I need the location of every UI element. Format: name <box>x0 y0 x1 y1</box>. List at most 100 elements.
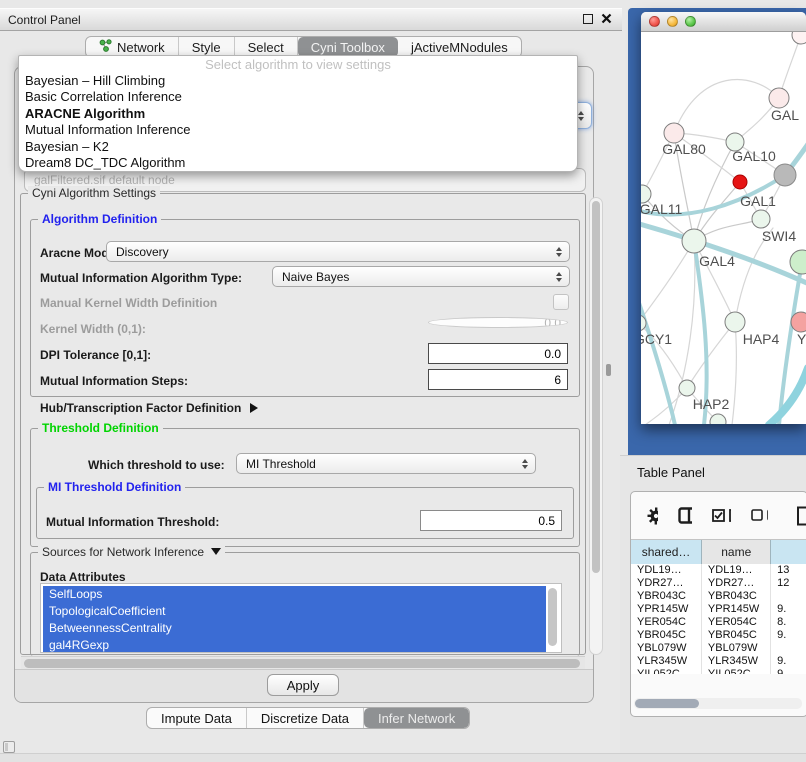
tab-infer-network[interactable]: Infer Network <box>364 708 469 728</box>
algorithm-option[interactable]: Basic Correlation Inference <box>19 89 577 105</box>
table-horizontal-scrollbar[interactable] <box>634 698 802 709</box>
node-SWI4[interactable] <box>790 250 806 274</box>
dpi-tolerance-input[interactable] <box>428 343 568 364</box>
float-window-icon[interactable] <box>583 14 593 24</box>
algorithm-option[interactable]: Mutual Information Inference <box>19 122 577 138</box>
table-row[interactable]: YBL079WYBL079W <box>631 642 806 655</box>
node-unlabeled[interactable] <box>774 164 796 186</box>
table-cell: 8. <box>771 616 806 629</box>
table-row[interactable]: YDR27…YDR27…12 <box>631 577 806 590</box>
tab-jactivemnodules[interactable]: jActiveMNodules <box>398 37 521 57</box>
node-unlabeled[interactable] <box>792 32 806 44</box>
network-edge[interactable] <box>641 241 694 323</box>
node-label: GAL11 <box>641 201 682 217</box>
combo-arrows-icon <box>556 272 562 282</box>
column-header[interactable] <box>771 540 806 564</box>
hub-section-label: Hub/Transcription Factor Definition <box>40 401 241 415</box>
network-edge[interactable] <box>674 79 779 133</box>
manual-kernel-checkbox[interactable] <box>553 294 569 310</box>
table-cell: YBR045C <box>631 629 702 642</box>
algorithm-option[interactable]: Bayesian – Hill Climbing <box>19 73 577 89</box>
tab-network[interactable]: Network <box>86 37 179 57</box>
table-row[interactable]: YER054CYER054C8. <box>631 616 806 629</box>
table-row[interactable]: YIL052CYIL052C9 <box>631 668 806 674</box>
columns-icon[interactable] <box>678 507 692 524</box>
tab-label: Cyni Toolbox <box>311 40 385 55</box>
tab-discretize-data[interactable]: Discretize Data <box>247 708 364 728</box>
node-HAP2[interactable] <box>679 380 695 396</box>
node-GAL4[interactable] <box>682 229 706 253</box>
close-window-icon[interactable] <box>649 16 660 27</box>
tab-style[interactable]: Style <box>179 37 235 57</box>
gear-icon[interactable] <box>647 507 658 525</box>
table-row[interactable]: YDL19…YDL19…13 <box>631 564 806 577</box>
table-cell: YER054C <box>631 616 702 629</box>
attribute-item[interactable]: gal4RGexp <box>43 637 546 653</box>
aracne-mode-select[interactable]: Discovery <box>106 241 570 262</box>
hub-section-toggle[interactable]: Hub/Transcription Factor Definition <box>40 401 258 415</box>
tab-select[interactable]: Select <box>235 37 298 57</box>
panel-splitter-handle[interactable] <box>606 364 611 376</box>
table-body: YDL19…YDL19…13YDR27…YDR27…12YBR043CYBR04… <box>631 564 806 674</box>
settings-hscroll-thumb[interactable] <box>24 659 580 668</box>
cyni-settings-title: Cyni Algorithm Settings <box>28 186 160 200</box>
node-unlabeled[interactable] <box>733 175 747 189</box>
network-canvas-svg: GALGAL80GAL10GAL11GAL1GAL4SWI4GCY1HAP4YH… <box>641 32 806 424</box>
tab-cyni-toolbox[interactable]: Cyni Toolbox <box>298 37 398 57</box>
table-row[interactable]: YBR045CYBR045C9. <box>631 629 806 642</box>
attribute-item[interactable]: TopologicalCoefficient <box>43 603 546 620</box>
zoom-window-icon[interactable] <box>685 16 696 27</box>
select-all-checkboxes-icon[interactable] <box>712 509 731 522</box>
algorithm-definition-title: Algorithm Definition <box>38 212 161 226</box>
table-cell: 9 <box>771 668 806 674</box>
deselect-all-checkboxes-icon[interactable] <box>751 509 768 522</box>
table-row[interactable]: YBR043CYBR043C <box>631 590 806 603</box>
node-label: GAL1 <box>740 193 776 209</box>
algorithm-dropdown: Select algorithm to view settings Bayesi… <box>18 55 578 172</box>
column-header[interactable]: shared… <box>631 540 702 564</box>
tab-label: jActiveMNodules <box>411 40 508 55</box>
table-row[interactable]: YLR345WYLR345W9. <box>631 655 806 668</box>
mi-type-select[interactable]: Naive Bayes <box>272 266 570 287</box>
table-cell: YBL079W <box>702 642 771 655</box>
table-cell: YDR27… <box>702 577 771 590</box>
node-GAL[interactable] <box>769 88 789 108</box>
node-GAL1[interactable] <box>752 210 770 228</box>
tab-impute-data[interactable]: Impute Data <box>147 708 247 728</box>
sources-group-toggle[interactable]: Sources for Network Inference <box>38 545 225 559</box>
minimize-window-icon[interactable] <box>667 16 678 27</box>
settings-horizontal-scrollbar[interactable] <box>21 656 585 669</box>
collapsed-panel-icon[interactable] <box>3 741 15 753</box>
network-edge[interactable] <box>769 368 806 424</box>
network-window-titlebar <box>641 12 806 32</box>
algorithm-option[interactable]: Bayesian – K2 <box>19 139 577 155</box>
algorithm-option[interactable]: ARACNE Algorithm <box>19 106 577 122</box>
kernel-width-input[interactable] <box>428 317 568 328</box>
algorithm-option[interactable]: Dream8 DC_TDC Algorithm <box>19 155 577 171</box>
attribute-item[interactable]: SelfLoops <box>43 586 546 603</box>
attributes-list-scrollbar[interactable] <box>548 588 557 646</box>
settings-vertical-scrollbar[interactable] <box>589 197 603 655</box>
column-header[interactable]: name <box>702 540 771 564</box>
close-icon[interactable] <box>601 13 612 24</box>
settings-vscroll-thumb[interactable] <box>592 201 600 573</box>
document-icon[interactable] <box>796 506 806 526</box>
node-Y[interactable] <box>791 312 806 332</box>
apply-button[interactable]: Apply <box>267 674 339 696</box>
table-row[interactable]: YPR145WYPR145W9. <box>631 603 806 616</box>
mi-steps-label: Mutual Information Steps: <box>40 374 188 388</box>
node-HAP4[interactable] <box>725 312 745 332</box>
network-edge[interactable] <box>732 322 736 424</box>
network-edge[interactable] <box>669 241 695 424</box>
table-panel-section: Table Panel <box>620 455 806 755</box>
network-edge[interactable] <box>687 322 735 388</box>
network-canvas[interactable]: GALGAL80GAL10GAL11GAL1GAL4SWI4GCY1HAP4YH… <box>641 32 806 424</box>
attribute-item[interactable]: BetweennessCentrality <box>43 620 546 637</box>
mi-threshold-input[interactable] <box>420 510 562 531</box>
expand-right-icon <box>250 403 258 413</box>
which-threshold-select[interactable]: MI Threshold <box>236 453 536 474</box>
node-GAL80[interactable] <box>664 123 684 143</box>
table-cell: YDL19… <box>631 564 702 577</box>
mi-steps-input[interactable] <box>428 369 568 390</box>
table-hscroll-thumb[interactable] <box>635 699 699 708</box>
